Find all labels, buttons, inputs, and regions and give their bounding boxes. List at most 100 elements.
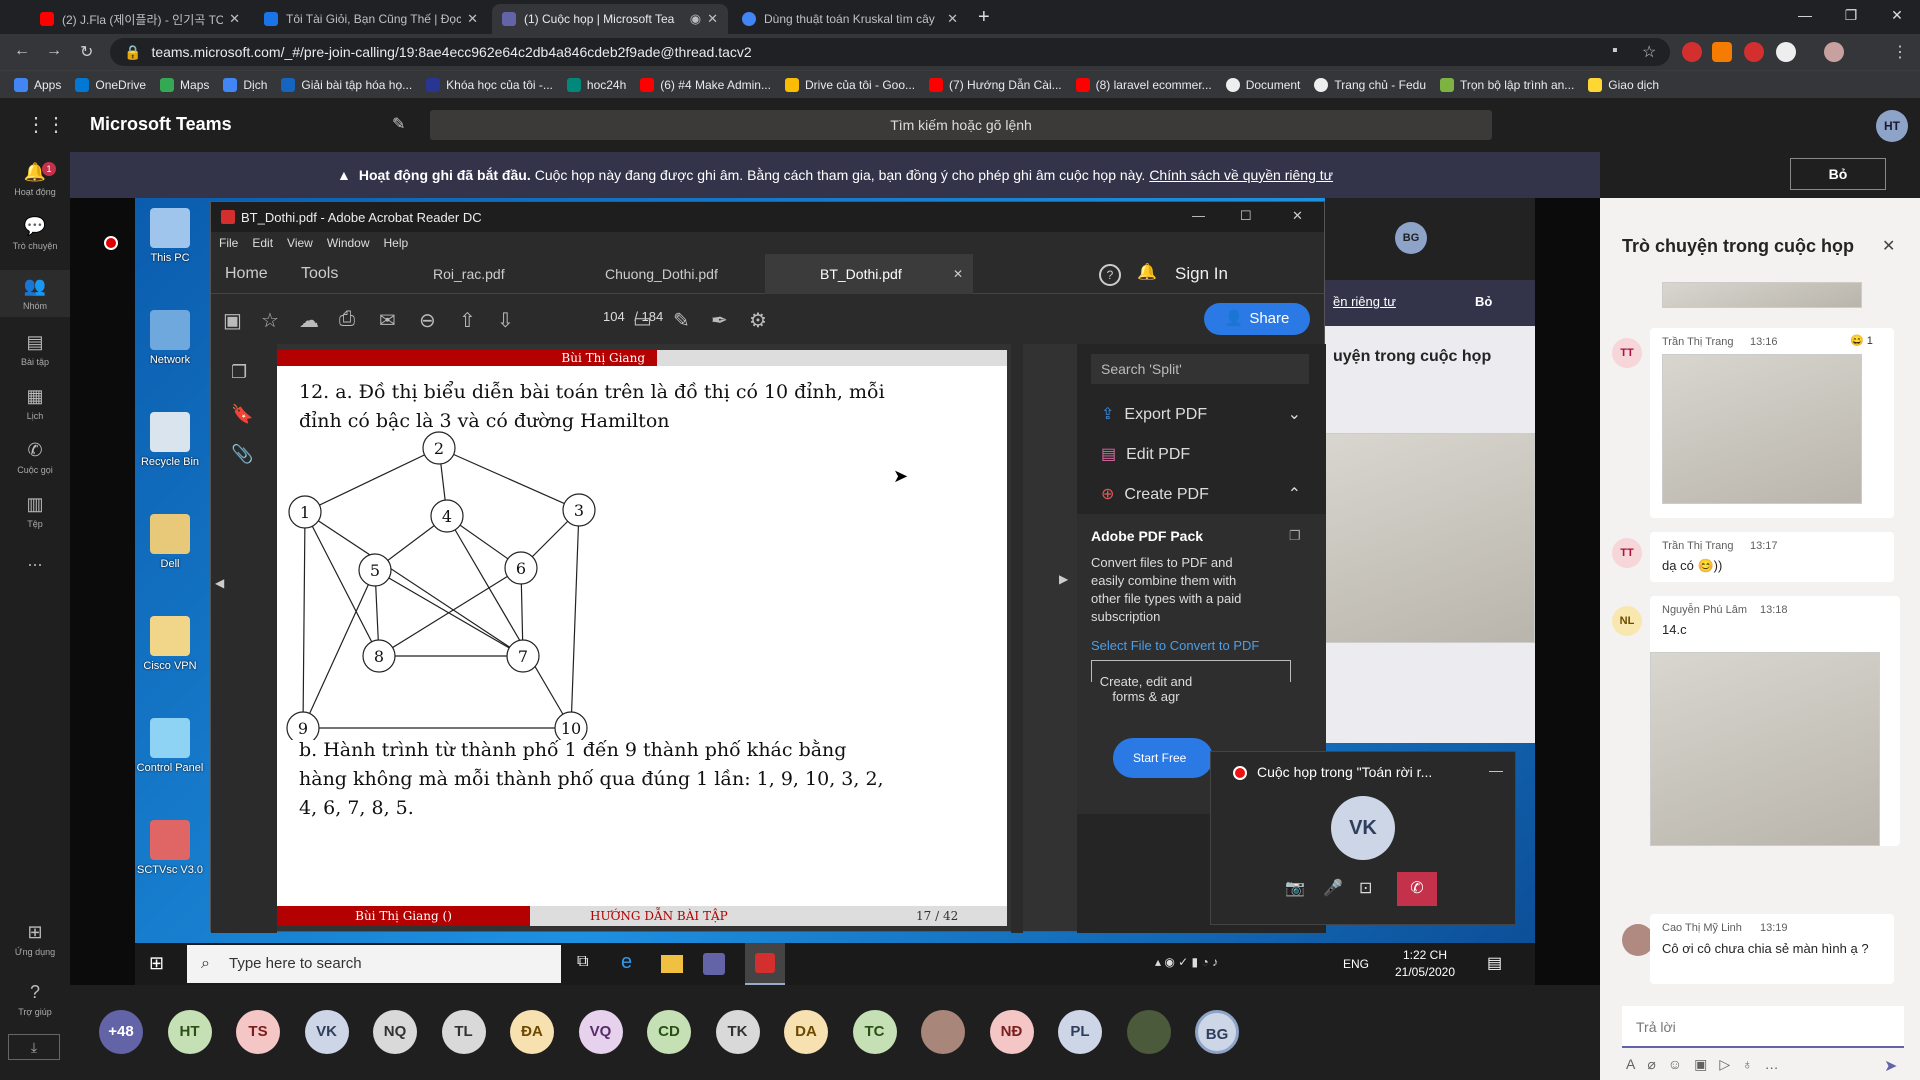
download-icon[interactable]: ⤓ [8,1034,60,1060]
sign-icon[interactable]: ✒ [711,308,728,333]
windows-start-icon[interactable]: ⊞ [149,953,164,974]
menu-edit[interactable]: Edit [252,236,273,250]
profile-avatar[interactable] [1824,42,1844,62]
bookmark-icon[interactable]: 🔖 [231,404,253,425]
bookmark-item[interactable]: Dịch [223,77,267,92]
participant-avatar[interactable] [1126,1010,1171,1054]
bookmark-item[interactable]: (8) laravel ecommer... [1075,77,1212,92]
close-tab-icon[interactable]: ✕ [229,11,240,27]
chat-image-graph-photo[interactable] [1650,652,1880,846]
start-free-button[interactable]: Start Free [1113,738,1213,778]
browser-tab[interactable]: Tôi Tài Giỏi, Bạn Cũng Thế | Đọc ✕ [254,4,488,34]
sticker-icon[interactable]: ▷ [1719,1056,1742,1072]
camera-off-icon[interactable]: 📷 [1285,878,1305,898]
attachment-icon[interactable]: 📎 [231,444,253,465]
bookmark-item[interactable]: Khóa học của tôi -... [426,77,553,92]
format-icon[interactable]: A [1626,1056,1647,1072]
zoom-out-icon[interactable]: ⊖ [419,308,436,333]
bookmark-item[interactable]: Document [1225,77,1300,92]
reaction-badge[interactable]: 😄 1 [1850,334,1873,347]
bookmark-item[interactable]: Apps [14,77,61,92]
task-view-icon[interactable]: ⧉ [577,953,588,971]
page-thumbnails-icon[interactable]: ❐ [231,362,247,383]
highlight-pen-icon[interactable]: ✎ [673,308,690,333]
bookmark-item[interactable]: Trang chủ - Fedu [1314,77,1426,92]
reply-input[interactable]: Trả lời [1622,1006,1904,1048]
language-indicator[interactable]: ENG [1343,957,1369,971]
participant-avatar[interactable]: NĐ [989,1010,1034,1054]
browser-tab[interactable]: Dùng thuật toán Kruskal tìm cây ✕ [732,4,968,34]
clock[interactable]: 1:22 CH 21/05/2020 [1385,947,1465,981]
forward-icon[interactable]: → [46,42,62,60]
maximize-icon[interactable]: ☐ [1240,208,1252,224]
minimize-icon[interactable]: — [1782,0,1828,30]
page-current-input[interactable]: 104 [603,309,625,324]
bookmark-item[interactable]: Trọn bộ lập trình an... [1440,77,1574,92]
edit-pdf-item[interactable]: ▤ Edit PDF [1101,444,1190,464]
participant-avatar[interactable]: ĐA [510,1010,554,1054]
close-window-icon[interactable]: ✕ [1874,0,1920,30]
email-icon[interactable]: ✉ [379,308,396,333]
participant-avatar[interactable]: HT [167,1010,212,1054]
participant-avatar[interactable]: +48 [99,1010,143,1054]
notification-bell-icon[interactable]: 🔔 [1137,262,1157,282]
rail-item-teams[interactable]: 👥 Nhóm [0,270,70,317]
comment-icon[interactable]: ▭ [633,308,652,333]
participant-avatar[interactable]: CD [647,1010,691,1054]
user-avatar[interactable]: HT [1876,110,1908,142]
emoji-icon[interactable]: ☺ [1668,1056,1694,1072]
bookmark-item[interactable]: OneDrive [75,77,146,92]
participant-avatar[interactable]: BG [1195,1010,1239,1054]
copy-icon[interactable]: ❐ [1289,528,1301,544]
bookmark-item[interactable]: Giải bài tập hóa họ... [281,77,412,92]
share-screen-icon[interactable]: ⊡ [1359,878,1372,898]
export-pdf-item[interactable]: ⇪ Export PDF ⌄ [1101,404,1301,424]
taskbar-search-input[interactable]: ⌕ Type here to search [187,945,561,983]
participant-avatar[interactable]: PL [1058,1010,1102,1054]
browser-tab[interactable]: (2) J.Fla (제이플라) - 인기곡 TOP ✕ [30,4,250,34]
extension-icon[interactable] [1712,42,1732,62]
chat-image-handwritten[interactable] [1662,354,1862,504]
app-launcher-icon[interactable]: ⋮⋮ [26,112,66,137]
tab-chuong-dothi[interactable]: Chuong_Dothi.pdf [605,254,718,294]
bookmark-item[interactable]: hoc24h [566,77,626,92]
search-input[interactable]: Tìm kiếm hoặc gõ lệnh [430,110,1492,140]
close-tab-icon[interactable]: ✕ [707,11,718,27]
send-icon[interactable]: ➤ [1884,1056,1897,1076]
adblock-icon[interactable] [1744,42,1764,62]
desktop-icon-recycle[interactable]: Recycle Bin [135,412,205,468]
microphone-icon[interactable]: 🎤 [1323,878,1343,898]
expand-right-icon[interactable]: ▶ [1059,572,1068,586]
maximize-icon[interactable]: ❐ [1828,0,1874,30]
tab-home[interactable]: Home [225,254,268,294]
desktop-icon-control-panel[interactable]: Control Panel [135,718,205,774]
dismiss-button[interactable]: Bỏ [1790,158,1886,190]
participant-avatar[interactable]: NQ [373,1010,417,1054]
bookmark-item[interactable]: Giao dịch [1588,77,1659,92]
participant-avatar[interactable]: VQ [578,1010,623,1054]
participant-avatar[interactable]: TS [236,1010,280,1054]
help-icon[interactable]: ? [1099,264,1121,286]
teams-taskbar-icon[interactable] [703,953,725,975]
rail-item-files[interactable]: ▥ Tệp [0,494,70,529]
save-icon[interactable]: ▣ [223,308,242,333]
participant-avatar[interactable]: TC [852,1010,897,1054]
reload-icon[interactable]: ↻ [80,42,93,62]
back-icon[interactable]: ← [14,42,30,60]
menu-help[interactable]: Help [384,236,409,250]
rail-item-help[interactable]: ? Trợ giúp [0,982,70,1017]
close-tab-icon[interactable]: ✕ [467,11,478,27]
edge-icon[interactable]: e [621,951,632,974]
url-input[interactable]: 🔒 teams.microsoft.com/_#/pre-join-callin… [110,38,1670,66]
participant-avatar[interactable] [921,1010,965,1054]
sign-in-link[interactable]: Sign In [1175,254,1228,294]
print-icon[interactable]: ⎙ [339,308,355,331]
close-tab-icon[interactable]: ✕ [953,254,963,294]
bookmark-star-icon[interactable]: ☆ [261,308,279,333]
bookmark-item[interactable]: (7) Hướng Dẫn Cài... [929,77,1062,92]
collapse-left-icon[interactable]: ◀ [215,576,224,590]
more-options-icon[interactable]: … [1765,1056,1791,1072]
privacy-link[interactable]: Chính sách về quyền riêng tư [1149,167,1333,183]
participant-avatar[interactable]: DA [784,1010,828,1054]
select-file-link[interactable]: Select File to Convert to PDF [1091,638,1259,653]
